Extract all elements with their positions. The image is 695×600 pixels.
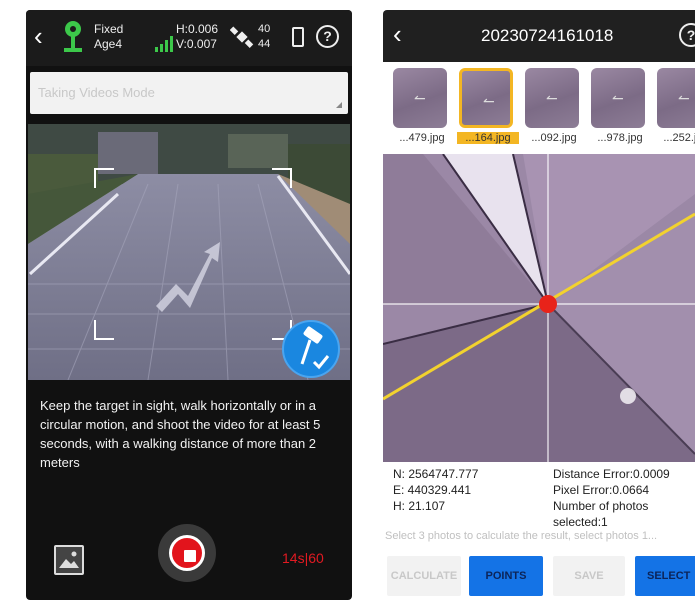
v-precision: V:0.007 <box>176 37 217 51</box>
sat-visible: 44 <box>258 38 271 50</box>
focus-corner-tr <box>272 168 292 188</box>
status-bar: ‹ Fixed Age4 H:0.006 V:0.007 40 44 ? <box>26 10 352 66</box>
age-value: Age4 <box>94 37 123 51</box>
fix-info: Fixed Age4 <box>94 22 123 52</box>
thumbnail-caption: ...092.jpg <box>531 132 577 144</box>
thumbnail-mark-icon: ↼ <box>414 90 426 106</box>
thumbnail-image: ↼ <box>525 68 579 128</box>
thumbnail-image: ↼ <box>657 68 695 128</box>
error-stats: Distance Error:0.0009 Pixel Error:0.0664… <box>553 466 670 528</box>
thumbnail-image: ↼ <box>459 68 513 128</box>
video-capture-screen: ‹ Fixed Age4 H:0.006 V:0.007 40 44 ? Tak… <box>26 10 352 600</box>
back-icon[interactable]: ‹ <box>34 23 56 50</box>
photos-count-label: Number of photos <box>553 499 649 513</box>
pixel-error: Pixel Error:0.0664 <box>553 483 650 497</box>
thumbnail-image: ↼ <box>393 68 447 128</box>
distance-error: Distance Error:0.0009 <box>553 467 670 481</box>
thumbnail-2[interactable]: ↼ ...164.jpg <box>457 68 519 150</box>
thumbnail-3[interactable]: ↼ ...092.jpg <box>523 68 583 150</box>
focus-target-icon <box>300 326 330 370</box>
help-icon[interactable]: ? <box>316 25 339 48</box>
result-panel: N: 2564747.777 E: 440329.441 H: 21.107 D… <box>383 462 695 528</box>
thumbnail-5[interactable]: ↼ ...252.jpg <box>655 68 695 150</box>
mode-select-value: Taking Videos Mode <box>38 85 155 100</box>
zoomed-photo-view[interactable] <box>383 154 695 462</box>
back-icon[interactable]: ‹ <box>393 21 402 47</box>
thumbnail-strip[interactable]: ↼ ...479.jpg ↼ ...164.jpg ↼ ...092.jpg ↼… <box>383 62 695 154</box>
north-coordinate: N: 2564747.777 <box>393 467 479 481</box>
thumbnail-caption: ...164.jpg <box>457 132 519 144</box>
satellite-fix-icon <box>64 21 82 52</box>
thumbnail-mark-icon: ↼ <box>546 90 558 106</box>
photo-measure-screen: ‹ 20230724161018 ? ↼ ...479.jpg ↼ ...164… <box>383 10 695 600</box>
help-icon[interactable]: ? <box>679 23 695 47</box>
dropdown-caret-icon <box>336 102 342 108</box>
capture-instruction: Keep the target in sight, walk horizonta… <box>40 398 321 470</box>
gallery-icon[interactable] <box>54 545 84 575</box>
thumbnail-1[interactable]: ↼ ...479.jpg <box>391 68 451 150</box>
record-ring <box>169 535 205 571</box>
points-button[interactable]: POINTS <box>469 556 543 596</box>
select-button[interactable]: SELECT <box>635 556 695 596</box>
thumbnail-mark-icon: ↼ <box>678 90 690 106</box>
focus-corner-tl <box>94 168 114 188</box>
satellite-icon <box>230 26 254 48</box>
photos-selected: selected:1 <box>553 515 608 528</box>
phone-icon[interactable] <box>292 27 304 47</box>
focus-corner-bl <box>94 320 114 340</box>
thumbnail-caption: ...252.jpg <box>663 132 695 144</box>
thumbnail-mark-icon: ↼ <box>483 93 495 109</box>
page-title: 20230724161018 <box>481 26 614 45</box>
header-bar: ‹ 20230724161018 ? <box>383 10 695 62</box>
thumbnail-caption: ...978.jpg <box>597 132 643 144</box>
east-coordinate: E: 440329.441 <box>393 483 472 497</box>
thumbnail-image: ↼ <box>591 68 645 128</box>
mode-select[interactable]: Taking Videos Mode <box>30 72 348 114</box>
save-button[interactable]: SAVE <box>553 556 625 596</box>
zoomed-photo <box>383 154 695 462</box>
record-button[interactable] <box>158 524 216 582</box>
h-precision: H:0.006 <box>176 22 219 36</box>
thumbnail-4[interactable]: ↼ ...978.jpg <box>589 68 649 150</box>
record-stop-icon <box>184 550 196 562</box>
satellite-count: 40 44 <box>258 22 270 52</box>
gallery-glyph <box>59 551 79 568</box>
record-timer: 14s|60 <box>282 550 324 566</box>
signal-bars-icon <box>155 36 173 52</box>
height-coordinate: H: 21.107 <box>393 499 446 513</box>
fix-status: Fixed <box>94 22 124 36</box>
thumbnail-caption: ...479.jpg <box>399 132 445 144</box>
precision-info: H:0.006 V:0.007 <box>176 22 218 52</box>
calculate-button[interactable]: CALCULATE <box>387 556 461 596</box>
focus-target-button[interactable] <box>282 320 340 378</box>
thumbnail-mark-icon: ↼ <box>612 90 624 106</box>
selection-hint: Select 3 photos to calculate the result,… <box>385 530 658 542</box>
coordinates: N: 2564747.777 E: 440329.441 H: 21.107 <box>393 466 478 514</box>
sat-used: 40 <box>258 23 271 35</box>
